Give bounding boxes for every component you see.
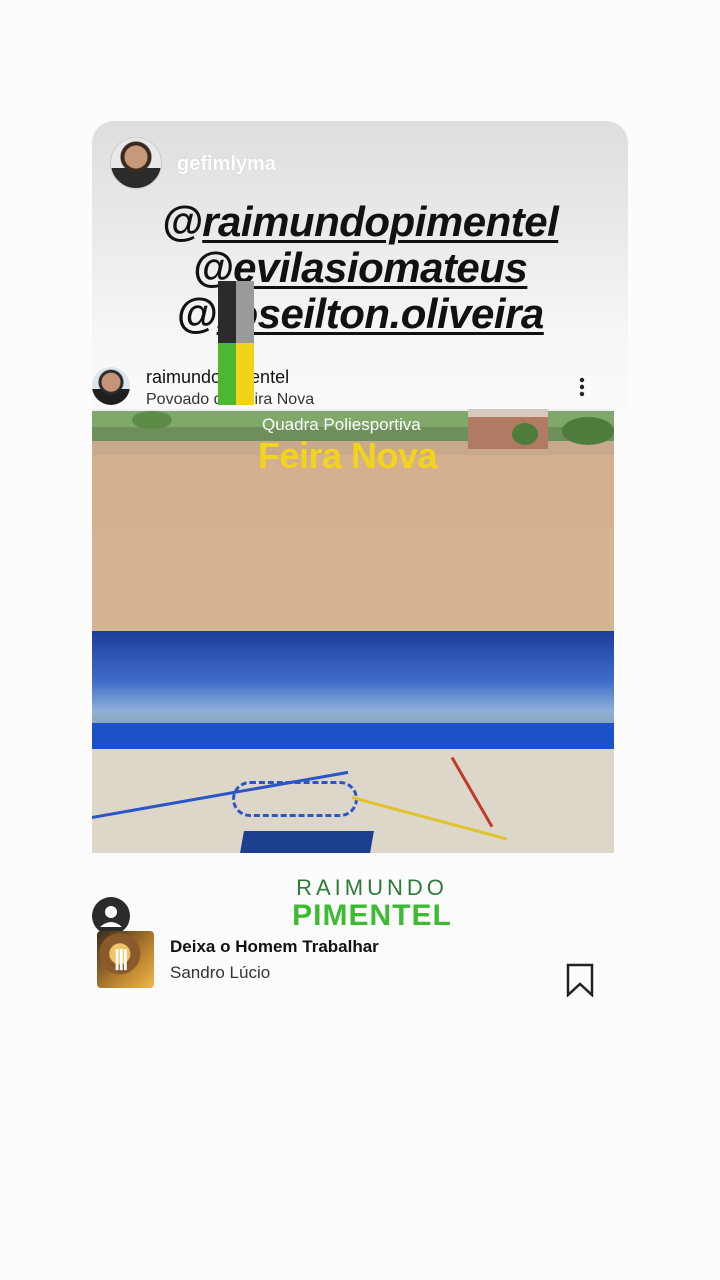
brand-line1: RAIMUNDO	[296, 875, 448, 900]
tree	[132, 411, 172, 429]
story-header: gefimlyma	[92, 121, 628, 191]
logo-bar	[218, 281, 236, 343]
mention-stickers: @raimundopimentel @evilasiomateus @rosei…	[92, 199, 628, 337]
logo-bar	[236, 343, 254, 405]
tree	[562, 417, 614, 445]
story-card: gefimlyma @raimundopimentel @evilasiomat…	[92, 121, 628, 1141]
bookmark-icon[interactable]	[565, 963, 595, 997]
tree	[512, 423, 538, 445]
mention-3[interactable]: @roseilton.oliveira	[92, 291, 628, 337]
logo-bar	[218, 343, 236, 405]
post-image[interactable]: Quadra Poliesportiva Feira Nova	[92, 281, 614, 853]
mention-2-handle: evilasiomateus	[233, 244, 528, 291]
mention-1-handle: raimundopimentel	[202, 198, 559, 245]
image-title: Feira Nova	[258, 435, 438, 476]
court-photo	[92, 631, 614, 853]
more-vertical-icon[interactable]	[570, 375, 594, 399]
logo-bar	[236, 281, 254, 343]
song-artist: Sandro Lúcio	[170, 963, 271, 982]
post-avatar[interactable]	[92, 367, 130, 405]
music-bars-icon: |||	[114, 945, 129, 970]
song-title: Deixa o Homem Trabalhar	[170, 937, 379, 956]
mention-2[interactable]: @evilasiomateus	[92, 245, 628, 291]
mention-1[interactable]: @raimundopimentel	[92, 199, 628, 245]
court-wall	[92, 723, 614, 751]
brand-logo: RAIMUNDO PIMENTEL	[242, 876, 502, 932]
court-key	[240, 831, 374, 853]
mention-3-handle: roseilton.oliveira	[216, 290, 545, 337]
brand-line2: PIMENTEL	[292, 899, 452, 932]
image-subtitle: Quadra Poliesportiva	[262, 415, 421, 434]
story-username[interactable]: gefimlyma	[177, 153, 276, 176]
logo-bars	[218, 281, 254, 405]
story-avatar[interactable]	[110, 137, 162, 189]
album-art: |||	[97, 931, 154, 988]
court-circle	[232, 781, 358, 817]
post-header: raimundopimentel Povoado da Feira Nova	[92, 353, 628, 408]
music-sticker[interactable]: ||| Deixa o Homem Trabalhar Sandro Lúcio	[97, 929, 617, 999]
